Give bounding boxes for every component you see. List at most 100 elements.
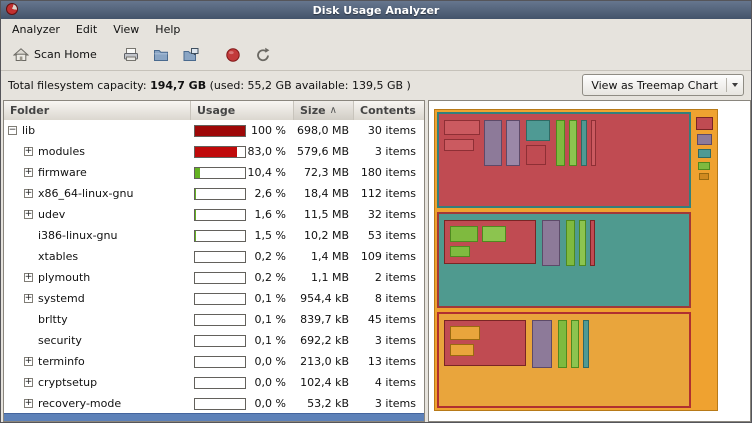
treemap-rect[interactable]: [450, 326, 480, 340]
stop-icon: [225, 47, 241, 63]
table-row[interactable]: +terminfo0,0 %213,0 kB13 items: [4, 351, 424, 372]
table-row[interactable]: +modules83,0 %579,6 MB3 items: [4, 141, 424, 162]
contents-value: 53 items: [354, 229, 424, 242]
table-row[interactable]: security0,1 %692,2 kB3 items: [4, 330, 424, 351]
folder-name: lib: [22, 124, 35, 137]
treemap-rect[interactable]: [699, 173, 709, 180]
menu-edit[interactable]: Edit: [68, 20, 105, 39]
treemap-rect[interactable]: [583, 320, 589, 368]
menu-analyzer[interactable]: Analyzer: [4, 20, 68, 39]
treemap-rect[interactable]: [450, 344, 474, 356]
size-value: 698,0 MB: [294, 124, 354, 137]
scan-filesystem-button[interactable]: [116, 43, 146, 67]
treemap-rect[interactable]: [590, 220, 595, 266]
expand-expander-icon[interactable]: +: [24, 147, 33, 156]
contents-value: 180 items: [354, 166, 424, 179]
folder-name: security: [38, 334, 82, 347]
treemap-rect[interactable]: [556, 120, 565, 166]
menubar: Analyzer Edit View Help: [1, 19, 751, 39]
usage-bar: [194, 188, 246, 200]
usage-bar: [194, 398, 246, 410]
treemap-pane: [428, 100, 751, 422]
refresh-button[interactable]: [248, 43, 278, 67]
treemap-rect[interactable]: [579, 220, 586, 266]
menu-view[interactable]: View: [105, 20, 147, 39]
treemap-rect[interactable]: [566, 220, 575, 266]
contents-value: 13 items: [354, 355, 424, 368]
table-row[interactable]: +systemd0,1 %954,4 kB8 items: [4, 288, 424, 309]
table-row[interactable]: +udev1,6 %11,5 MB32 items: [4, 204, 424, 225]
expand-expander-icon[interactable]: +: [24, 357, 33, 366]
usage-percent: 0,1 %: [246, 313, 294, 326]
partially-visible-selected-row[interactable]: [4, 413, 424, 421]
folder-name: brltty: [38, 313, 68, 326]
table-row[interactable]: +cryptsetup0,0 %102,4 kB4 items: [4, 372, 424, 393]
treemap-rect[interactable]: [569, 120, 577, 166]
table-row[interactable]: brltty0,1 %839,7 kB45 items: [4, 309, 424, 330]
usage-bar: [194, 314, 246, 326]
size-header-label: Size: [300, 104, 326, 117]
treemap-rect[interactable]: [591, 120, 596, 166]
usage-bar-fill: [195, 231, 196, 241]
expand-expander-icon[interactable]: +: [24, 168, 33, 177]
expand-expander-icon[interactable]: +: [24, 273, 33, 282]
stop-button[interactable]: [218, 43, 248, 67]
table-row[interactable]: +recovery-mode0,0 %53,2 kB3 items: [4, 393, 424, 413]
expand-expander-icon[interactable]: +: [24, 210, 33, 219]
titlebar[interactable]: Disk Usage Analyzer: [1, 1, 751, 19]
treemap-canvas: [434, 109, 734, 413]
treemap-rect[interactable]: [542, 220, 560, 266]
column-header-folder[interactable]: Folder: [4, 101, 191, 120]
treemap-rect[interactable]: [450, 246, 470, 257]
treemap-rect[interactable]: [482, 226, 506, 242]
scan-remote-folder-button[interactable]: [176, 43, 206, 67]
size-value: 1,1 MB: [294, 271, 354, 284]
treemap-rect[interactable]: [450, 226, 478, 242]
treemap-rect[interactable]: [698, 162, 710, 170]
usage-bar: [194, 251, 246, 263]
treemap-rect[interactable]: [696, 117, 713, 130]
treemap-rect[interactable]: [571, 320, 579, 368]
usage-bar: [194, 230, 246, 242]
scan-home-button[interactable]: Scan Home: [6, 43, 104, 67]
expander-spacer: [24, 336, 38, 345]
view-selector[interactable]: View as Treemap Chart: [582, 74, 744, 96]
expand-expander-icon[interactable]: +: [24, 294, 33, 303]
home-icon: [13, 47, 29, 63]
contents-value: 32 items: [354, 208, 424, 221]
column-header-size[interactable]: Size ∧: [294, 101, 354, 120]
capacity-label: Total filesystem capacity:: [8, 79, 147, 92]
table-row[interactable]: +plymouth0,2 %1,1 MB2 items: [4, 267, 424, 288]
expand-expander-icon[interactable]: +: [24, 378, 33, 387]
combo-separator: [726, 78, 727, 92]
treemap-rect[interactable]: [526, 145, 546, 165]
usage-bar: [194, 272, 246, 284]
treemap-rect[interactable]: [444, 120, 480, 135]
column-header-contents[interactable]: Contents: [354, 101, 424, 120]
treemap-rect[interactable]: [558, 320, 567, 368]
treemap-rect[interactable]: [526, 120, 550, 141]
expand-expander-icon[interactable]: +: [24, 399, 33, 408]
treemap-rect[interactable]: [506, 120, 520, 166]
refresh-icon: [255, 47, 271, 63]
expand-expander-icon[interactable]: +: [24, 189, 33, 198]
treemap-rect[interactable]: [698, 149, 711, 158]
table-row[interactable]: −lib100 %698,0 MB30 items: [4, 120, 424, 141]
collapse-expander-icon[interactable]: −: [8, 126, 17, 135]
size-value: 839,7 kB: [294, 313, 354, 326]
menu-help[interactable]: Help: [147, 20, 188, 39]
treemap-rect[interactable]: [532, 320, 552, 368]
treemap-rect[interactable]: [484, 120, 502, 166]
treemap-rect[interactable]: [697, 134, 712, 145]
table-row[interactable]: +firmware10,4 %72,3 MB180 items: [4, 162, 424, 183]
treemap-rect[interactable]: [444, 139, 474, 151]
app-icon: [6, 3, 18, 15]
size-value: 1,4 MB: [294, 250, 354, 263]
table-row[interactable]: +x86_64-linux-gnu2,6 %18,4 MB112 items: [4, 183, 424, 204]
scan-folder-button[interactable]: [146, 43, 176, 67]
usage-bar: [194, 125, 246, 137]
column-header-usage[interactable]: Usage: [191, 101, 294, 120]
table-row[interactable]: i386-linux-gnu1,5 %10,2 MB53 items: [4, 225, 424, 246]
table-row[interactable]: xtables0,2 %1,4 MB109 items: [4, 246, 424, 267]
treemap-rect[interactable]: [581, 120, 587, 166]
